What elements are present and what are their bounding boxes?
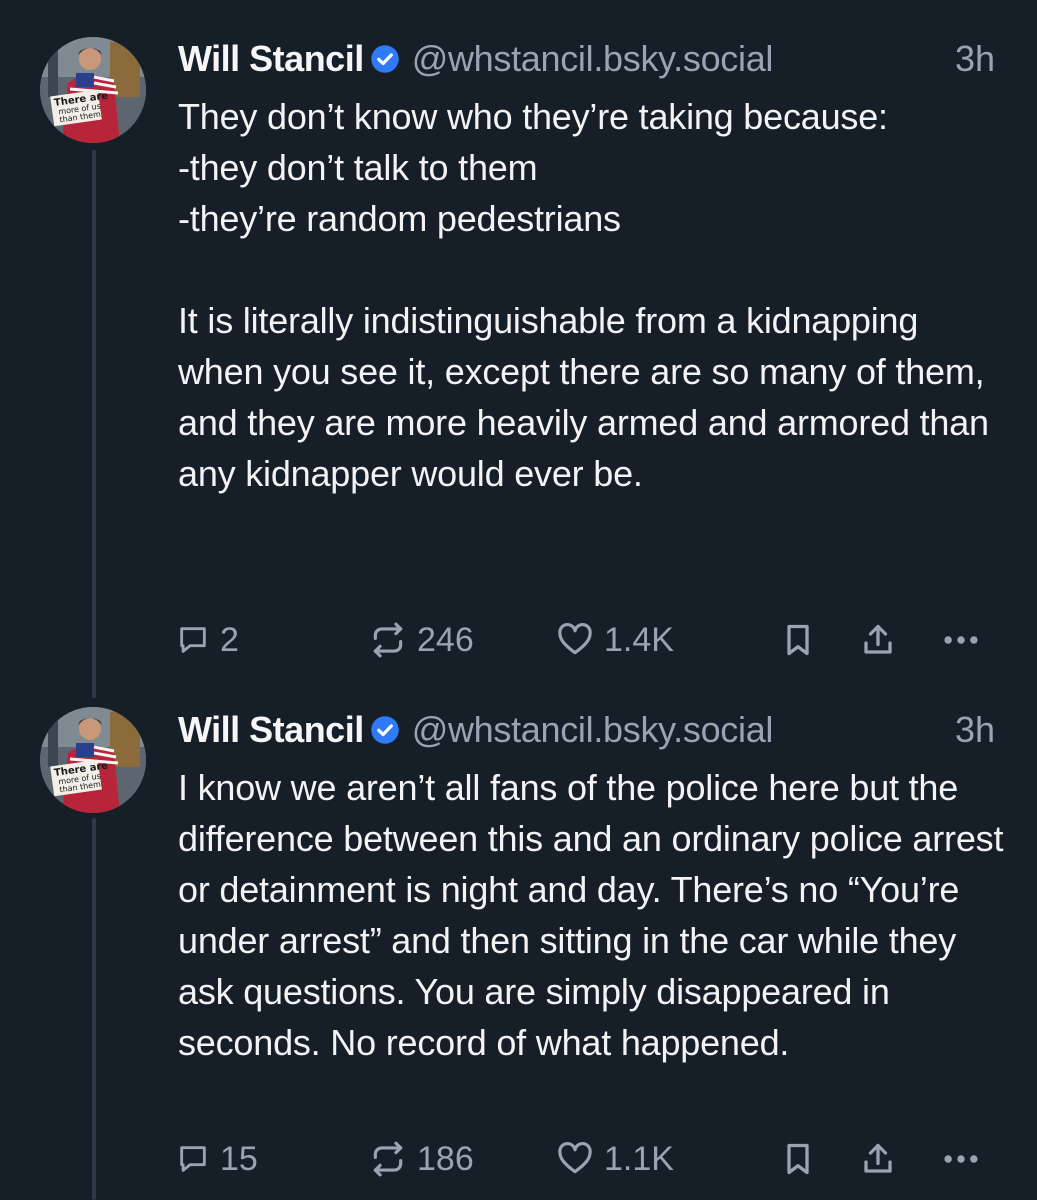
post-header: Will Stancil @whstancil.bsky.social 3h [178, 708, 995, 752]
post-2[interactable]: There are more of us than them Will Stan… [0, 700, 1037, 1200]
more-options-button[interactable] [941, 615, 981, 665]
share-button[interactable] [860, 1134, 896, 1184]
bookmark-icon [787, 1143, 809, 1175]
like-button[interactable]: 1.1K [556, 1134, 674, 1184]
share-icon [864, 624, 892, 654]
reply-count: 2 [220, 620, 239, 659]
repost-count: 246 [417, 620, 474, 659]
share-button[interactable] [860, 615, 896, 665]
bookmark-button[interactable] [780, 615, 816, 665]
like-icon [558, 1142, 592, 1174]
author-display-name[interactable]: Will Stancil [178, 38, 364, 80]
more-options-button[interactable] [941, 1134, 981, 1184]
post-timestamp[interactable]: 3h [955, 709, 995, 751]
post-text: They don’t know who they’re taking becau… [178, 96, 989, 494]
avatar[interactable]: There are more of us than them [40, 707, 146, 813]
like-icon [558, 623, 592, 655]
author-handle[interactable]: @whstancil.bsky.social [412, 709, 774, 751]
reply-button[interactable]: 15 [176, 1134, 258, 1184]
post-text: I know we aren’t all fans of the police … [178, 767, 1014, 1063]
like-count: 1.4K [604, 620, 674, 659]
more-icon [944, 636, 978, 644]
bookmark-button[interactable] [780, 1134, 816, 1184]
avatar[interactable]: There are more of us than them [40, 37, 146, 143]
post-header: Will Stancil @whstancil.bsky.social 3h [178, 37, 995, 81]
verified-badge-icon [370, 44, 400, 74]
repost-button[interactable]: 246 [369, 615, 474, 665]
reply-icon [180, 627, 206, 653]
repost-icon [373, 1141, 403, 1177]
thread-connector-line [92, 818, 96, 1200]
repost-count: 186 [417, 1139, 474, 1178]
reply-icon [180, 1146, 206, 1172]
verified-badge-icon [370, 715, 400, 745]
bookmark-icon [787, 624, 809, 656]
author-handle[interactable]: @whstancil.bsky.social [412, 38, 774, 80]
author-display-name[interactable]: Will Stancil [178, 709, 364, 751]
thread-connector-line [92, 150, 96, 698]
post-actions: 15 186 1.1K [176, 1134, 997, 1184]
like-button[interactable]: 1.4K [556, 615, 674, 665]
reply-button[interactable]: 2 [176, 615, 239, 665]
reply-count: 15 [220, 1139, 258, 1178]
repost-button[interactable]: 186 [369, 1134, 474, 1184]
like-count: 1.1K [604, 1139, 674, 1178]
share-icon [864, 1143, 892, 1173]
post-thread: There are more of us than them Will Stan… [0, 0, 1037, 1200]
post-1[interactable]: There are more of us than them Will Stan… [0, 0, 1037, 700]
post-actions: 2 246 1.4K [176, 615, 997, 665]
post-timestamp[interactable]: 3h [955, 38, 995, 80]
repost-icon [373, 622, 403, 658]
more-icon [944, 1155, 978, 1163]
